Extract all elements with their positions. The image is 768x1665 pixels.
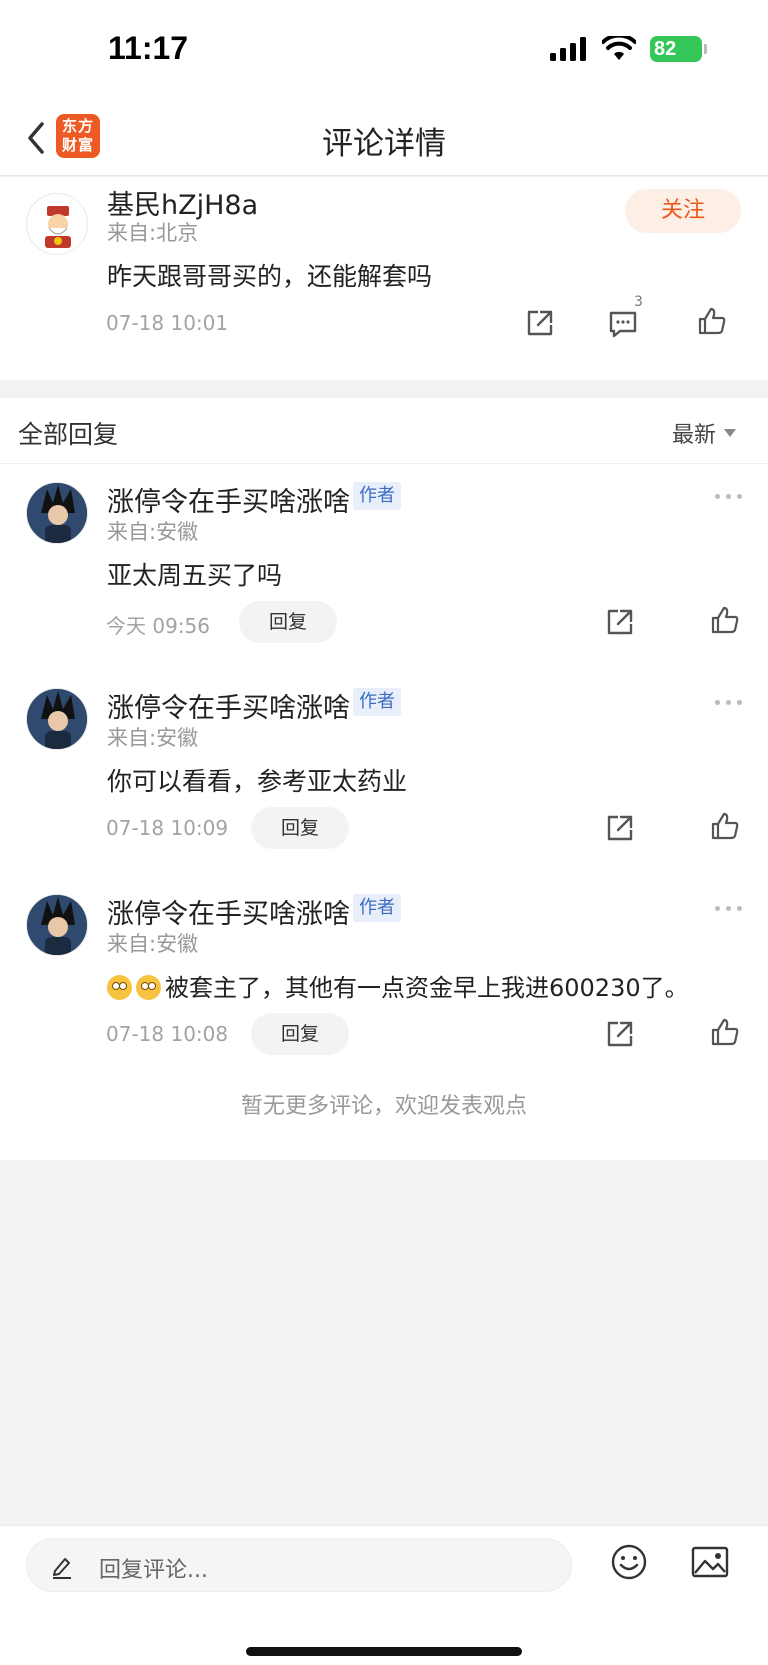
thumbs-up-icon[interactable] [696, 305, 728, 337]
replies-section: 全部回复 最新 涨停令在手买啥涨啥 作者 来自:安徽 亚太周五买了吗 今天 09… [0, 398, 768, 1160]
more-options-icon[interactable] [715, 494, 742, 499]
page-title: 评论详情 [322, 126, 446, 162]
author-tag: 作者 [353, 482, 401, 510]
sort-dropdown[interactable]: 最新 [672, 417, 736, 449]
nav-bar: 东方 财富 评论详情 [0, 100, 768, 176]
sort-label: 最新 [671, 423, 716, 448]
cellular-signal-icon [550, 37, 586, 61]
reply-item: 涨停令在手买啥涨啥 作者 来自:安徽 被套主了，其他有一点资金早上我进60023… [0, 876, 768, 1081]
emoji-icon[interactable] [610, 1543, 648, 1581]
caret-down-icon [724, 429, 736, 437]
thumbs-up-icon[interactable] [709, 604, 741, 636]
reply-text: 亚太周五买了吗 [107, 561, 283, 590]
author-location: 来自:安徽 [107, 520, 199, 544]
no-more-comments-text: 暂无更多评论，欢迎发表观点 [240, 1094, 527, 1119]
author-location: 来自:北京 [107, 221, 199, 245]
flushed-face-icon [136, 975, 161, 1000]
author-name[interactable]: 涨停令在手买啥涨啥 [107, 480, 350, 519]
thumbs-up-icon[interactable] [709, 810, 741, 842]
goku-avatar-icon [27, 895, 87, 955]
share-icon[interactable] [604, 606, 636, 638]
reply-button[interactable]: 回复 [251, 807, 349, 849]
thumbs-up-icon[interactable] [709, 1016, 741, 1048]
author-location: 来自:安徽 [107, 932, 199, 956]
goku-avatar-icon [27, 483, 87, 543]
comment-count-badge: 3 [634, 294, 643, 310]
comment-timestamp: 07-18 10:01 [106, 311, 229, 335]
reply-button[interactable]: 回复 [251, 1013, 349, 1055]
reply-timestamp: 今天 09:56 [106, 614, 210, 638]
author-tag: 作者 [353, 688, 401, 716]
pencil-icon [53, 1558, 71, 1579]
share-icon[interactable] [604, 1018, 636, 1050]
reply-input[interactable]: 回复评论... [26, 1538, 572, 1592]
reply-text-container: 被套主了，其他有一点资金早上我进600230了。 [107, 968, 689, 1003]
reply-text: 被套主了，其他有一点资金早上我进600230了。 [165, 974, 689, 1002]
main-comment: 基民hZjH8a 来自:北京 关注 昨天跟哥哥买的，还能解套吗 07-18 10… [0, 177, 768, 380]
wifi-icon [602, 36, 636, 60]
status-bar: 11:17 82 [0, 0, 768, 100]
fortune-god-avatar-icon [27, 194, 87, 254]
avatar[interactable] [26, 482, 88, 544]
avatar[interactable] [26, 894, 88, 956]
battery-indicator: 82 [650, 36, 707, 62]
comment-icon[interactable] [607, 308, 639, 340]
reply-input-placeholder: 回复评论... [99, 1558, 208, 1583]
more-options-icon[interactable] [715, 906, 742, 911]
avatar[interactable] [26, 688, 88, 750]
image-icon[interactable] [691, 1545, 729, 1579]
author-tag: 作者 [353, 894, 401, 922]
reply-text: 你可以看看，参考亚太药业 [107, 767, 408, 796]
flushed-face-icon [107, 975, 132, 1000]
share-icon[interactable] [524, 307, 556, 339]
goku-avatar-icon [27, 689, 87, 749]
reply-timestamp: 07-18 10:08 [106, 1022, 229, 1046]
reply-item: 涨停令在手买啥涨啥 作者 来自:安徽 亚太周五买了吗 今天 09:56 回复 [0, 464, 768, 669]
bottom-bar: 回复评论... [0, 1525, 768, 1665]
avatar[interactable] [26, 193, 88, 255]
replies-header: 全部回复 最新 [0, 398, 768, 464]
more-options-icon[interactable] [715, 700, 742, 705]
status-icons: 82 [550, 36, 707, 62]
author-name[interactable]: 涨停令在手买啥涨啥 [107, 892, 350, 931]
follow-button[interactable]: 关注 [625, 189, 741, 233]
replies-title: 全部回复 [18, 420, 119, 449]
author-location: 来自:安徽 [107, 726, 199, 750]
share-icon[interactable] [604, 812, 636, 844]
reply-timestamp: 07-18 10:09 [106, 816, 229, 840]
reply-item: 涨停令在手买啥涨啥 作者 来自:安徽 你可以看看，参考亚太药业 07-18 10… [0, 670, 768, 875]
status-time: 11:17 [108, 30, 189, 66]
author-name[interactable]: 涨停令在手买啥涨啥 [107, 686, 350, 725]
reply-button[interactable]: 回复 [239, 601, 337, 643]
home-indicator [246, 1647, 522, 1656]
comment-text: 昨天跟哥哥买的，还能解套吗 [107, 262, 433, 291]
